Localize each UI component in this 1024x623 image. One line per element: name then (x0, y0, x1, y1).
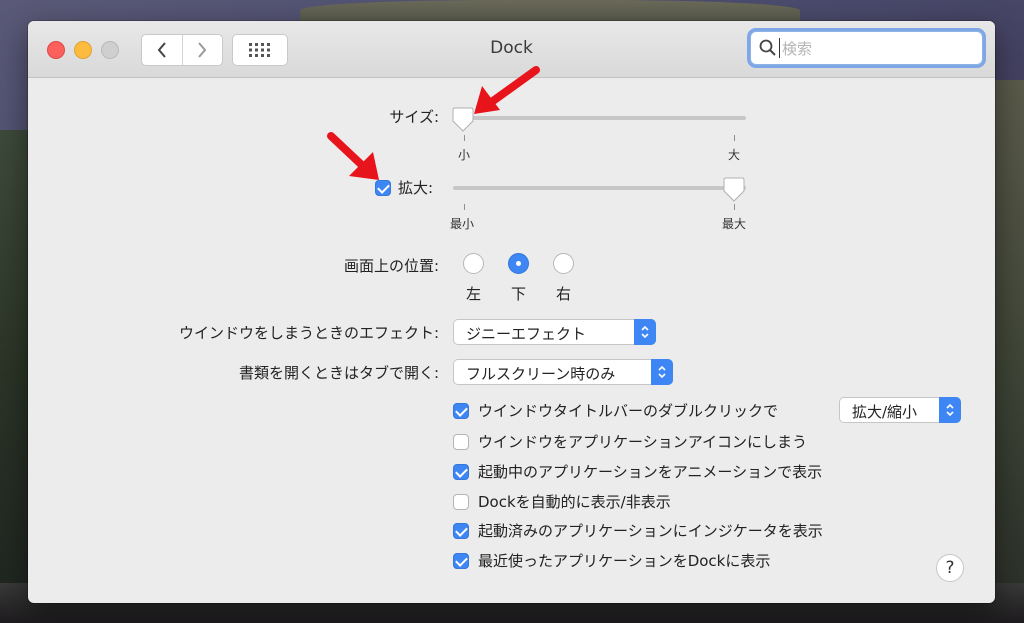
show-indicators-checkbox[interactable] (453, 523, 469, 539)
autohide-label: Dockを自動的に表示/非表示 (478, 493, 671, 511)
open-tabs-label: 書類を開くときはタブで開く: (238, 364, 439, 382)
magnification-slider-thumb[interactable] (722, 177, 746, 203)
magnification-tick-max (734, 204, 735, 210)
position-right-radio[interactable] (553, 253, 574, 274)
size-slider-track[interactable] (453, 116, 746, 120)
up-down-chevron-icon (939, 397, 961, 423)
help-button[interactable]: ? (936, 554, 964, 582)
annotation-arrow-icon (327, 132, 379, 180)
minimize-effect-value: ジニーエフェクト (466, 325, 587, 343)
minimize-effect-label: ウインドウをしまうときのエフェクト: (178, 324, 439, 342)
position-left-label: 左 (466, 285, 482, 303)
search-field[interactable]: 検索 (750, 31, 983, 65)
text-caret (779, 38, 780, 58)
magnification-tick-min (464, 204, 465, 210)
double-click-action-popup[interactable]: 拡大/縮小 (839, 397, 961, 423)
position-bottom-radio[interactable] (508, 253, 529, 274)
size-label: サイズ: (389, 108, 439, 126)
show-recent-apps-checkbox[interactable] (453, 553, 469, 569)
position-label: 画面上の位置: (343, 257, 439, 275)
magnification-min-label: 最小 (450, 217, 475, 231)
up-down-chevron-icon (651, 359, 673, 385)
size-max-label: 大 (728, 148, 741, 162)
position-bottom-label: 下 (511, 285, 527, 303)
search-placeholder: 検索 (782, 40, 813, 58)
minimize-into-icon-label: ウインドウをアプリケーションアイコンにしまう (478, 433, 807, 451)
minimize-effect-popup[interactable]: ジニーエフェクト (453, 319, 656, 345)
double-click-checkbox[interactable] (453, 403, 469, 419)
size-min-label: 小 (458, 148, 471, 162)
size-tick-max (734, 135, 735, 141)
open-tabs-value: フルスクリーン時のみ (466, 365, 616, 383)
autohide-checkbox[interactable] (453, 494, 469, 510)
size-tick-min (464, 135, 465, 141)
position-left-radio[interactable] (463, 253, 484, 274)
annotation-arrow-icon (474, 66, 540, 114)
up-down-chevron-icon (634, 319, 656, 345)
animate-opening-label: 起動中のアプリケーションをアニメーションで表示 (478, 463, 823, 481)
search-icon (759, 39, 776, 56)
minimize-into-icon-checkbox[interactable] (453, 434, 469, 450)
show-recent-apps-label: 最近使ったアプリケーションをDockに表示 (478, 552, 771, 570)
show-indicators-label: 起動済みのアプリケーションにインジケータを表示 (478, 522, 823, 540)
open-tabs-popup[interactable]: フルスクリーン時のみ (453, 359, 673, 385)
magnification-slider-track[interactable] (453, 186, 746, 190)
position-right-label: 右 (556, 285, 572, 303)
animate-opening-checkbox[interactable] (453, 464, 469, 480)
magnification-label: 拡大: (398, 179, 434, 197)
magnification-max-label: 最大 (722, 217, 747, 231)
double-click-action-value: 拡大/縮小 (852, 403, 918, 421)
double-click-label: ウインドウタイトルバーのダブルクリックで (478, 402, 779, 420)
